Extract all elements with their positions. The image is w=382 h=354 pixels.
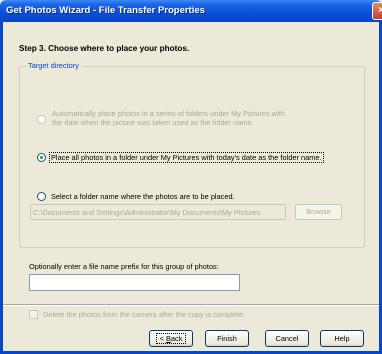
radio-select-folder[interactable] bbox=[37, 192, 46, 201]
prefix-label: Optionally enter a file name prefix for … bbox=[29, 262, 219, 271]
window-title: Get Photos Wizard - File Transfer Proper… bbox=[6, 5, 205, 16]
delete-photos-label: Delete the photos from the camera after … bbox=[43, 310, 246, 319]
back-rest: ack bbox=[170, 334, 183, 343]
close-icon: × bbox=[378, 5, 382, 16]
help-button[interactable]: Help bbox=[320, 330, 364, 347]
cancel-button[interactable]: Cancel bbox=[265, 330, 309, 347]
folder-path-field: C:\Documents and Settings\Administrator\… bbox=[30, 204, 286, 220]
prefix-input[interactable] bbox=[29, 274, 240, 291]
step-title: Step 3. Choose where to place your photo… bbox=[19, 44, 190, 53]
back-button[interactable]: < Back bbox=[149, 330, 193, 347]
button-separator bbox=[3, 304, 379, 306]
auto-folders-line2: the date when the picture was taken used… bbox=[52, 118, 254, 127]
wizard-content: Step 3. Choose where to place your photo… bbox=[3, 22, 379, 351]
radio-auto-folders bbox=[37, 115, 46, 124]
auto-folders-label: Automatically place photos in a series o… bbox=[52, 109, 285, 127]
today-folder-text: Place all photos in a folder under My Pi… bbox=[49, 152, 324, 163]
delete-photos-checkbox bbox=[29, 310, 38, 319]
finish-button[interactable]: Finish bbox=[205, 330, 249, 347]
radio-today-folder[interactable] bbox=[37, 153, 46, 162]
auto-folders-line1: Automatically place photos in a series o… bbox=[52, 109, 285, 118]
browse-button: Browse bbox=[295, 204, 342, 220]
today-folder-label[interactable]: Place all photos in a folder under My Pi… bbox=[49, 152, 324, 163]
group-legend: Target directory bbox=[26, 61, 81, 70]
select-folder-label[interactable]: Select a folder name where the photos ar… bbox=[51, 192, 235, 201]
title-bar[interactable]: Get Photos Wizard - File Transfer Proper… bbox=[0, 0, 382, 22]
target-directory-group: Target directory Automatically place pho… bbox=[19, 61, 365, 248]
close-button[interactable]: × bbox=[372, 2, 382, 20]
back-button-label: < Back bbox=[155, 333, 187, 344]
